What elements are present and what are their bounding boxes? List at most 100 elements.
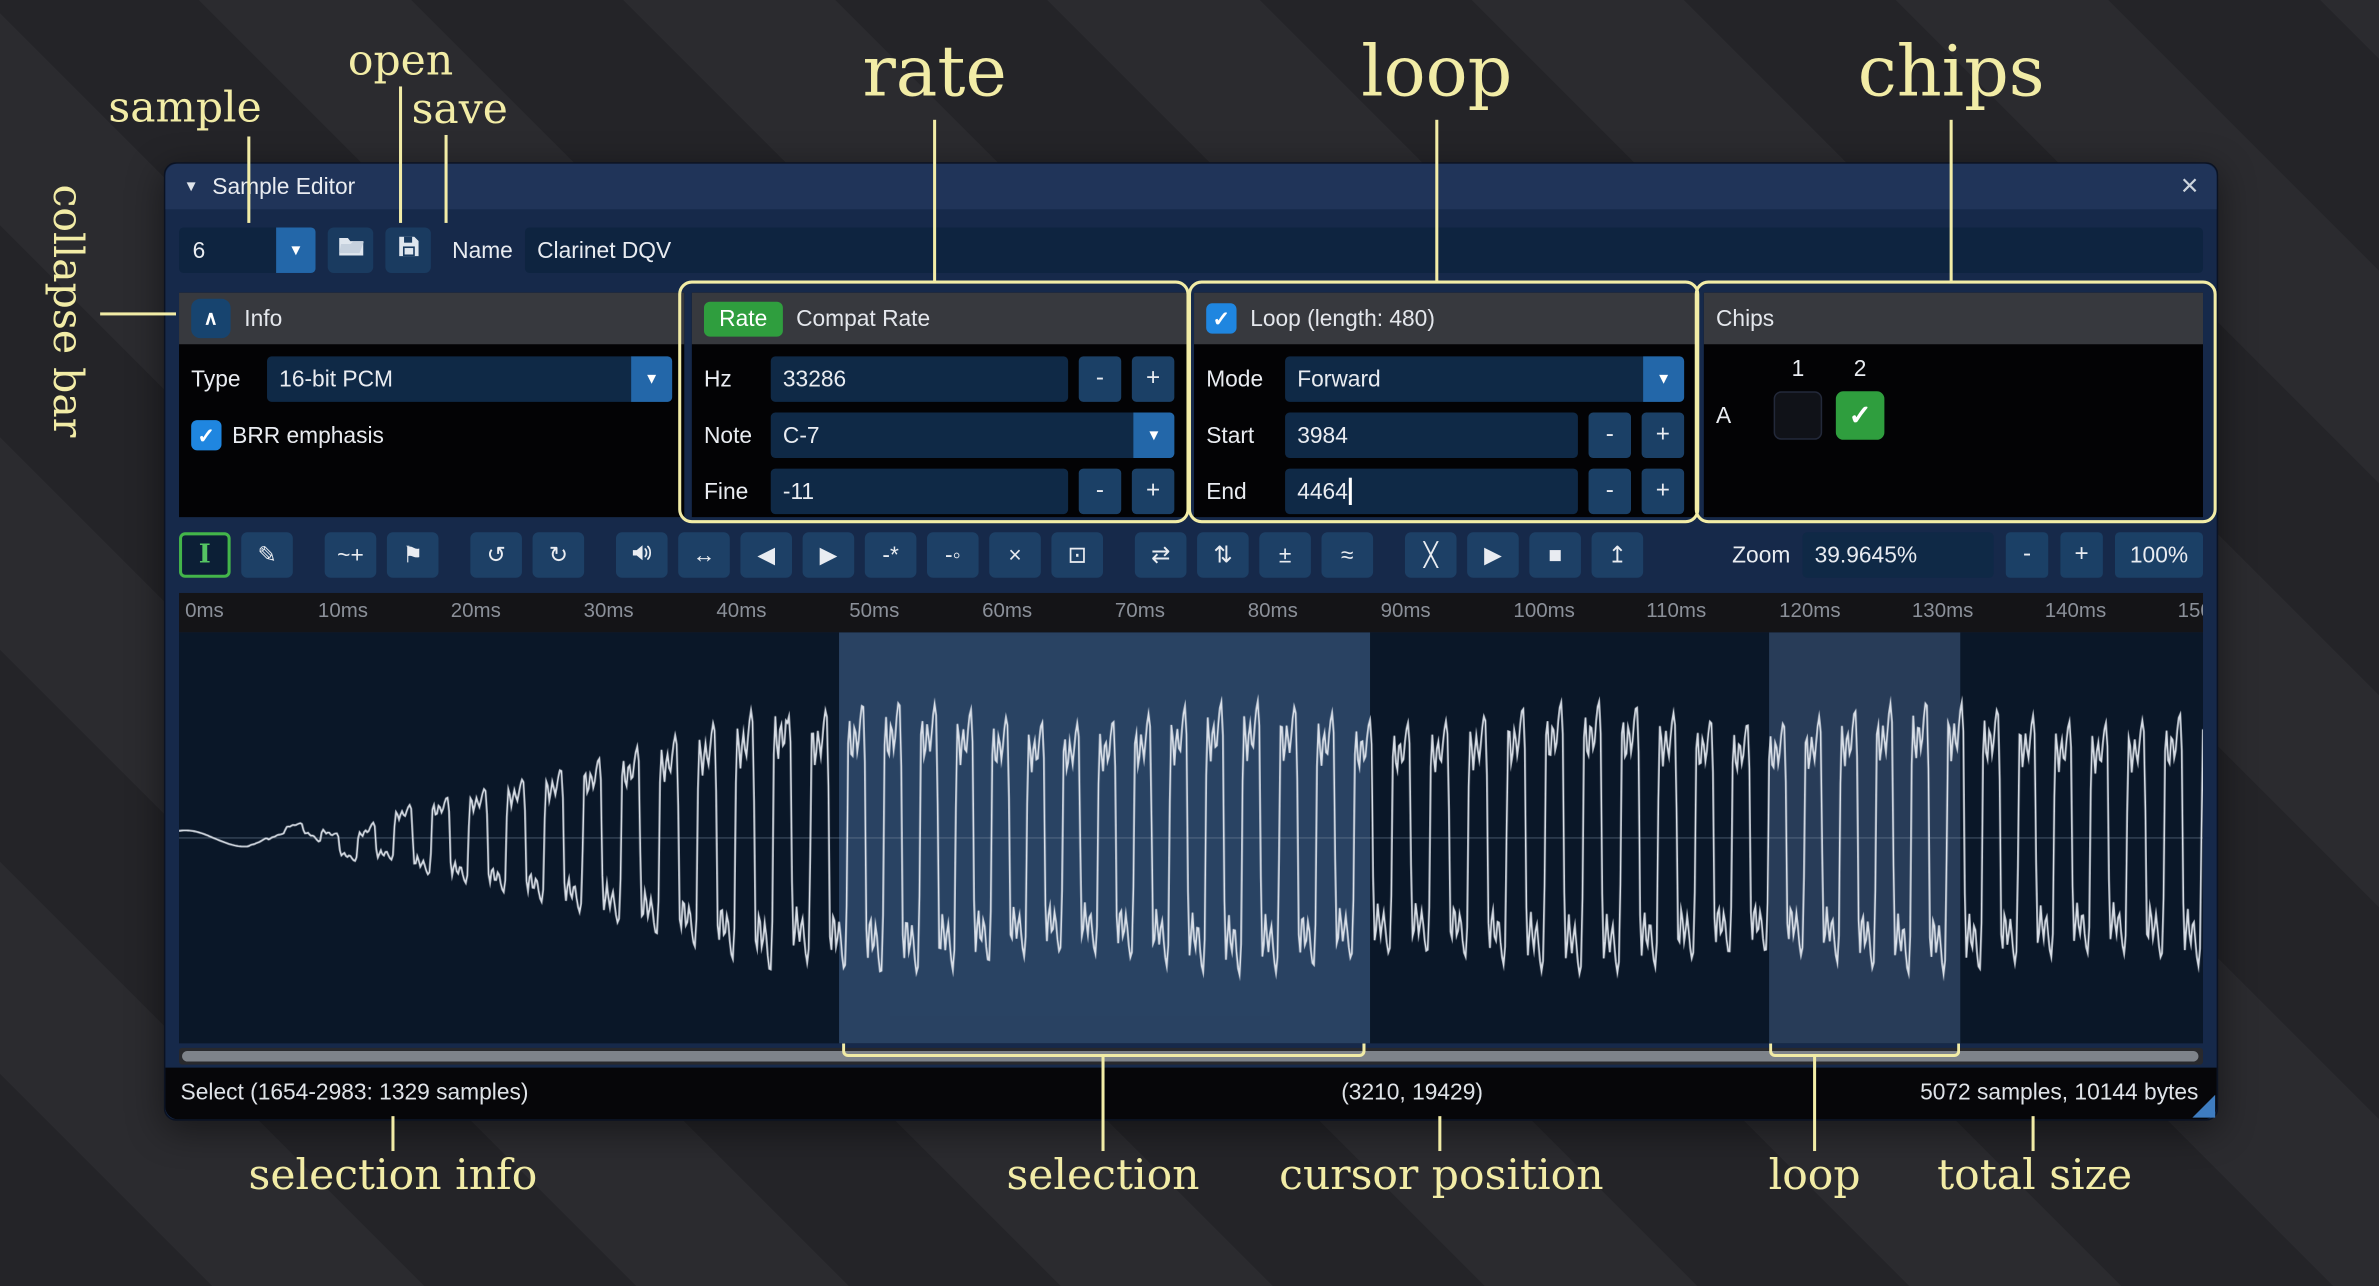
brr-emphasis-checkbox[interactable]: ✓ xyxy=(191,420,221,450)
fine-input[interactable]: -11 xyxy=(771,469,1068,514)
statusbar: Select (1654-2983: 1329 samples) (3210, … xyxy=(165,1068,2216,1120)
select-tool-button[interactable]: I xyxy=(179,532,231,577)
zoom-value: 39.9645% xyxy=(1815,542,1918,568)
fine-plus-button[interactable]: + xyxy=(1132,469,1174,514)
annotation-selection-info-label: selection info xyxy=(249,1150,538,1200)
zoom-in-button[interactable]: + xyxy=(2060,532,2102,577)
trim-button[interactable]: ⊡ xyxy=(1051,532,1103,577)
info-panel-title: Info xyxy=(244,306,282,332)
crossfade-button[interactable]: ╳ xyxy=(1405,532,1457,577)
titlebar[interactable]: ▼ Sample Editor × xyxy=(165,164,2216,209)
save-button[interactable] xyxy=(385,227,431,272)
fine-minus-button[interactable]: - xyxy=(1079,469,1121,514)
fine-label: Fine xyxy=(704,478,760,504)
normalize-button[interactable]: ↔ xyxy=(678,532,730,577)
zoom-group: Zoom 39.9645% - + 100% xyxy=(1732,532,2203,577)
annotation-collapse-bar-label: collapse bar xyxy=(43,184,90,437)
fade-out-button[interactable]: ▶ xyxy=(803,532,855,577)
annotation-line-total-size xyxy=(2032,1116,2035,1151)
folder-icon xyxy=(336,232,365,268)
loop-start-plus-button[interactable]: + xyxy=(1642,412,1684,457)
chips-panel: Chips 12A✓ xyxy=(1704,293,2203,517)
ruler-label: 100ms xyxy=(1513,599,1574,622)
hz-plus-button[interactable]: + xyxy=(1132,356,1174,401)
filter-button[interactable]: ≈ xyxy=(1321,532,1373,577)
collapse-info-button[interactable]: ∧ xyxy=(191,299,230,338)
ruler-label: 60ms xyxy=(982,599,1032,622)
trim-icon: ⊡ xyxy=(1068,544,1087,567)
preview-button[interactable]: ▶ xyxy=(1467,532,1519,577)
chip-1-checkbox[interactable] xyxy=(1774,391,1823,440)
delete-button[interactable]: × xyxy=(989,532,1041,577)
sample-selector-arrow-icon[interactable]: ▼ xyxy=(276,227,315,272)
annotation-line-selection-info xyxy=(391,1116,394,1151)
reverse-button[interactable]: ⇄ xyxy=(1135,532,1187,577)
invert-button[interactable]: ⇅ xyxy=(1197,532,1249,577)
note-value: C-7 xyxy=(771,422,820,448)
create-instrument-button[interactable]: ↥ xyxy=(1592,532,1644,577)
stage: ▼ Sample Editor × 6 ▼ Name Clarinet DQV xyxy=(0,0,2379,1286)
hz-value: 33286 xyxy=(783,366,846,392)
stop-button[interactable]: ■ xyxy=(1529,532,1581,577)
resize-button[interactable]: ~+ xyxy=(325,532,377,577)
hz-input[interactable]: 33286 xyxy=(771,356,1068,401)
loop-enable-checkbox[interactable]: ✓ xyxy=(1206,303,1236,333)
loop-start-input[interactable]: 3984 xyxy=(1285,412,1578,457)
rate-panel-title: Compat Rate xyxy=(796,306,930,332)
sign-button[interactable]: ± xyxy=(1259,532,1311,577)
close-button[interactable]: × xyxy=(2181,171,2199,201)
amplify-button[interactable] xyxy=(616,532,668,577)
waveform-view[interactable] xyxy=(179,632,2203,1043)
fade-out-icon: ▶ xyxy=(820,544,838,567)
toolbar-tools: I✎ ~+ ⚑ ↺↻ ↔◀ ▶ -* -◦ × ⊡ ⇄⇅ ± ≈ ╳ ▶ ■↥ xyxy=(179,532,1654,577)
annotation-loop-region-label: loop xyxy=(1769,1150,1861,1200)
resize-grip[interactable] xyxy=(2192,1095,2215,1118)
resample-button[interactable]: ⚑ xyxy=(387,532,439,577)
loop-end-plus-button[interactable]: + xyxy=(1642,469,1684,514)
note-dropdown-arrow-icon: ▼ xyxy=(1133,412,1174,457)
rate-badge-button[interactable]: Rate xyxy=(704,301,782,336)
waveform-canvas[interactable] xyxy=(179,632,2203,1043)
type-label: Type xyxy=(191,366,256,392)
sign-icon: ± xyxy=(1279,544,1291,567)
loop-end-input[interactable]: 4464 xyxy=(1285,469,1578,514)
open-button[interactable] xyxy=(328,227,374,272)
type-dropdown[interactable]: 16-bit PCM ▼ xyxy=(267,356,672,401)
loop-end-minus-button[interactable]: - xyxy=(1589,469,1631,514)
loop-mode-dropdown[interactable]: Forward ▼ xyxy=(1285,356,1684,401)
draw-tool-button[interactable]: ✎ xyxy=(241,532,293,577)
sample-number: 6 xyxy=(179,227,276,272)
hz-minus-button[interactable]: - xyxy=(1079,356,1121,401)
window-collapse-icon[interactable]: ▼ xyxy=(184,178,199,195)
annotation-rate-label: rate xyxy=(862,30,1006,112)
apply-silence-button[interactable]: -◦ xyxy=(927,532,979,577)
chip-2-checkbox[interactable]: ✓ xyxy=(1836,391,1885,440)
loop-start-label: Start xyxy=(1206,422,1274,448)
loop-panel: ✓ Loop (length: 480) Mode Forward ▼ Star… xyxy=(1194,293,1696,517)
ruler-label: 50ms xyxy=(849,599,899,622)
scrollbar-handle[interactable] xyxy=(182,1051,2198,1062)
ruler-label: 130ms xyxy=(1912,599,1973,622)
text-caret xyxy=(1349,478,1352,505)
fade-in-button[interactable]: ◀ xyxy=(740,532,792,577)
apply-silence-icon: -◦ xyxy=(945,544,961,567)
sample-selector[interactable]: 6 ▼ xyxy=(179,227,316,272)
undo-button[interactable]: ↺ xyxy=(470,532,522,577)
note-dropdown[interactable]: C-7 ▼ xyxy=(771,412,1175,457)
ruler-label: 0ms xyxy=(185,599,224,622)
zoom-out-button[interactable]: - xyxy=(2006,532,2048,577)
loop-end-value: 4464 xyxy=(1297,478,1348,504)
name-input[interactable]: Clarinet DQV xyxy=(525,227,2203,272)
zoom-input[interactable]: 39.9645% xyxy=(1802,532,1993,577)
resample-icon: ⚑ xyxy=(402,544,422,567)
check-icon: ✓ xyxy=(1849,400,1872,432)
loop-start-minus-button[interactable]: - xyxy=(1589,412,1631,457)
rate-panel-header: Rate Compat Rate xyxy=(692,293,1187,345)
redo-button[interactable]: ↻ xyxy=(533,532,585,577)
insert-silence-button[interactable]: -* xyxy=(865,532,917,577)
preview-icon: ▶ xyxy=(1484,544,1502,567)
chips-panel-title: Chips xyxy=(1716,306,1774,332)
waveform-scrollbar[interactable] xyxy=(179,1048,2203,1065)
zoom-reset-button[interactable]: 100% xyxy=(2115,532,2203,577)
ruler-label: 20ms xyxy=(451,599,501,622)
